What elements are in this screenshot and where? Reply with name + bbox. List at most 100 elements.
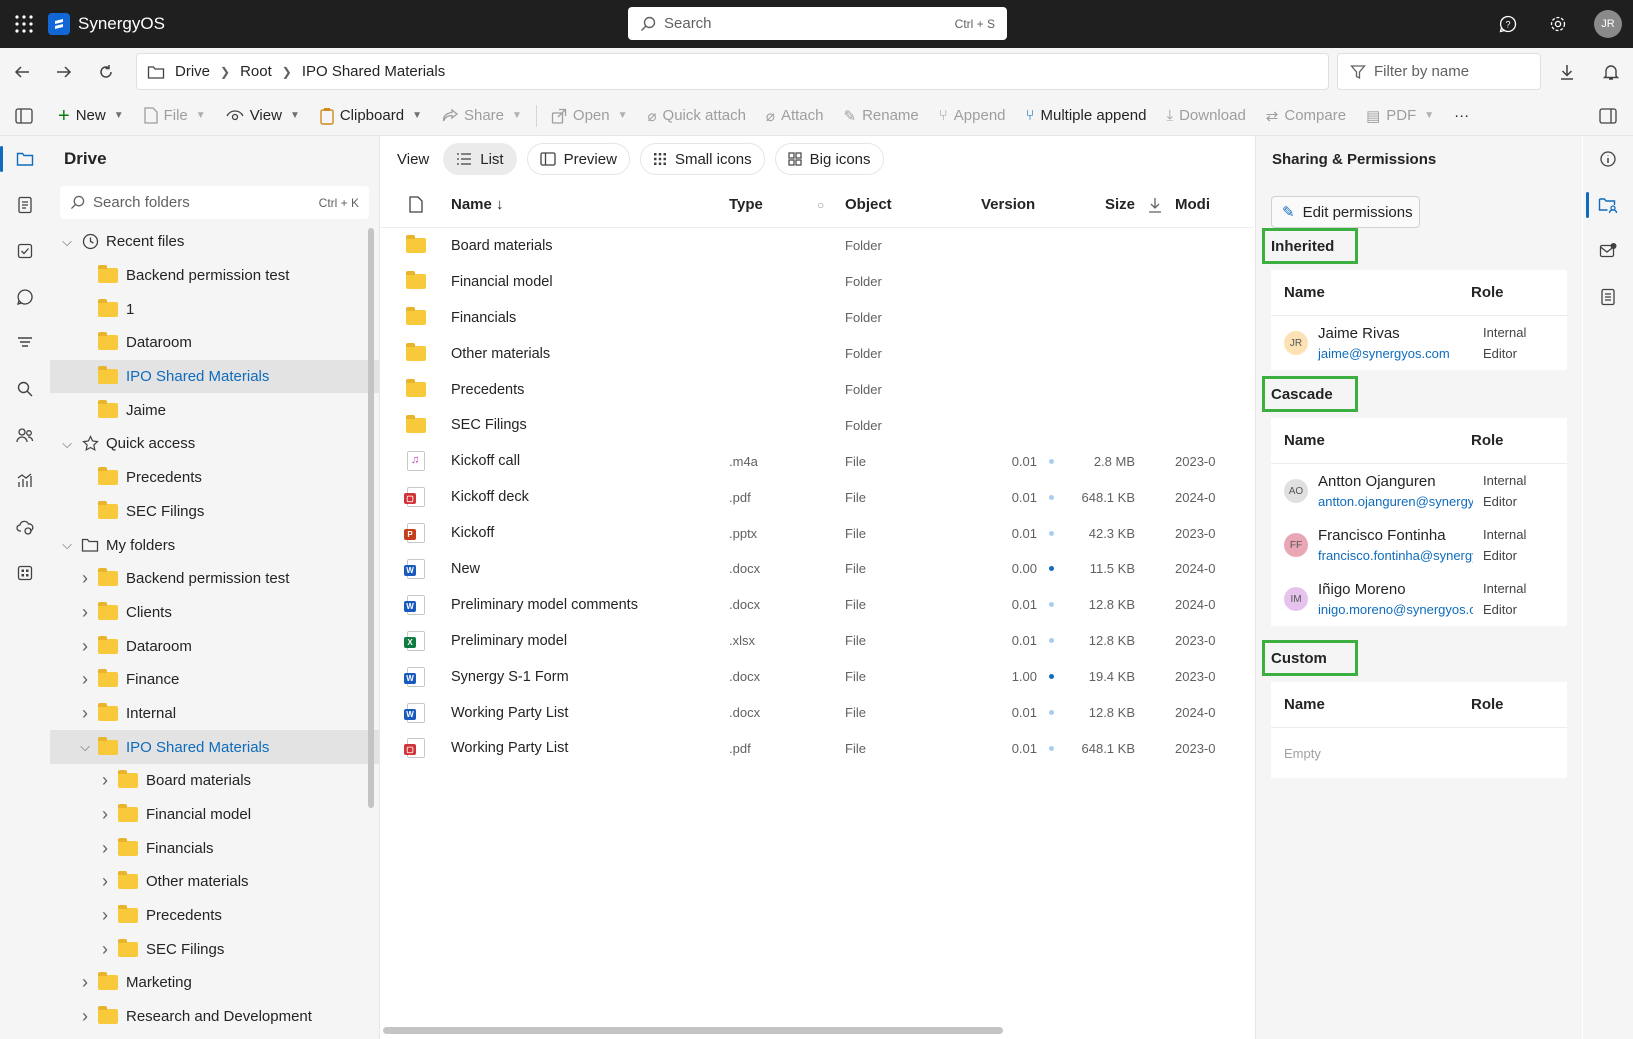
download-icon[interactable] [1545,48,1589,96]
documents-icon[interactable] [0,182,50,228]
table-row[interactable]: ▢ Working Party List .pdf File 0.01 648.1 KB 2… [381,730,1254,766]
table-row[interactable]: X Preliminary model .xlsx File 0.01 12.8 KB 20… [381,623,1254,659]
filter-list-icon[interactable] [0,320,50,366]
user-avatar[interactable]: JR [1583,0,1633,48]
share-menu-button[interactable]: Share ▼ [432,100,532,132]
horizontal-scrollbar[interactable] [383,1027,1003,1034]
column-header-object[interactable]: Object [845,196,981,213]
chevron-right-icon[interactable]: › [76,972,94,993]
person-email[interactable]: jaime@synergyos.com [1318,346,1473,361]
rename-button[interactable]: ✎ Rename [833,100,928,132]
table-row[interactable]: Financials Folder [381,300,1254,336]
big-icons-view-button[interactable]: Big icons [774,143,884,175]
tree-item-my-folders[interactable]: ⌵ My folders [50,528,379,562]
tasks-checkbox-icon[interactable] [0,228,50,274]
tree-item-financials[interactable]: › Financials [50,831,379,865]
chat-icon[interactable] [0,274,50,320]
permission-row[interactable]: FF Francisco Fontinha francisco.fontinha@s… [1271,518,1567,572]
chevron-down-icon[interactable]: ⌵ [58,234,76,250]
table-row[interactable]: W Preliminary model comments .docx File 0.01… [381,587,1254,623]
open-menu-button[interactable]: Open ▼ [541,100,638,132]
sidebar-scrollbar[interactable] [368,228,374,808]
tree-item-sec-filings[interactable]: › SEC Filings [50,932,379,966]
cloud-sync-icon[interactable] [0,504,50,550]
permission-row[interactable]: IM Iñigo Moreno inigo.moreno@synergyos.com… [1271,572,1567,626]
table-row[interactable]: W Working Party List .docx File 0.01 12.8 KB 2… [381,695,1254,731]
chevron-right-icon[interactable]: › [96,871,114,892]
apps-grid-icon[interactable] [0,550,50,596]
person-email[interactable]: antton.ojanguren@synergyos.com [1318,494,1473,509]
column-header-modified[interactable]: Modi [1175,196,1235,213]
chevron-down-icon[interactable]: ⌵ [58,436,76,452]
compare-button[interactable]: ⇄ Compare [1256,100,1356,132]
table-row[interactable]: Precedents Folder [381,372,1254,408]
chevron-right-icon[interactable]: › [96,838,114,859]
tree-item-jaime[interactable]: Jaime [50,393,379,427]
help-icon[interactable]: ? [1483,0,1533,48]
chevron-right-icon[interactable]: › [76,669,94,690]
edit-permissions-button[interactable]: ✎ Edit permissions [1271,196,1420,228]
table-row[interactable]: Board materials Folder [381,228,1254,264]
app-brand[interactable]: SynergyOS [48,13,165,35]
column-header-version[interactable]: Version [981,196,1065,213]
append-button[interactable]: ⑂ Append [929,100,1016,132]
drive-folder-icon[interactable] [0,136,50,182]
tree-item-backend-permission-test[interactable]: Backend permission test [50,259,379,293]
multiple-append-button[interactable]: ⑂ Multiple append [1016,100,1157,132]
settings-gear-icon[interactable] [1533,0,1583,48]
preview-view-button[interactable]: Preview [526,143,630,175]
table-row[interactable]: ▢ Kickoff deck .pdf File 0.01 648.1 KB 2024-0 [381,479,1254,515]
person-email[interactable]: inigo.moreno@synergyos.com [1318,602,1473,617]
table-row[interactable]: W New .docx File 0.00 11.5 KB 2024-0 [381,551,1254,587]
tree-item-1[interactable]: 1 [50,292,379,326]
tree-item-clients[interactable]: › Clients [50,596,379,630]
small-icons-view-button[interactable]: Small icons [639,143,765,175]
tree-item-ipo-shared-materials[interactable]: IPO Shared Materials [50,359,379,394]
tree-item-precedents[interactable]: › Precedents [50,899,379,933]
person-email[interactable]: francisco.fontinha@synergyos.com [1318,548,1473,563]
tree-item-board-materials[interactable]: › Board materials [50,764,379,798]
mail-add-icon[interactable] [1583,228,1633,274]
download-header-icon[interactable] [1135,197,1175,213]
chevron-down-icon[interactable]: ⌵ [58,537,76,553]
permission-row[interactable]: JR Jaime Rivas jaime@synergyos.com Internal… [1271,316,1567,370]
tree-item-ipo-shared-materials[interactable]: ⌵ IPO Shared Materials [50,730,379,764]
table-row[interactable]: Financial model Folder [381,264,1254,300]
chevron-right-icon[interactable]: › [96,770,114,791]
refresh-icon[interactable] [86,52,126,92]
toggle-sidebar-icon[interactable] [0,100,48,132]
tree-item-backend-permission-test[interactable]: › Backend permission test [50,562,379,596]
chevron-right-icon[interactable]: › [96,939,114,960]
app-launcher-icon[interactable] [0,0,48,48]
tree-item-sec-filings[interactable]: SEC Filings [50,495,379,529]
clipboard-menu-button[interactable]: Clipboard ▼ [310,100,432,132]
chevron-right-icon[interactable]: › [96,804,114,825]
status-circle-header-icon[interactable]: ○ [817,198,845,212]
pdf-menu-button[interactable]: ▤ PDF ▼ [1356,100,1444,132]
chevron-down-icon[interactable]: ⌵ [76,739,94,755]
notifications-bell-icon[interactable] [1589,48,1633,96]
tree-item-dataroom[interactable]: › Dataroom [50,629,379,663]
tree-item-internal[interactable]: › Internal [50,697,379,731]
attach-button[interactable]: ⌀ Attach [756,100,834,132]
more-options-button[interactable]: ··· [1444,100,1479,132]
filter-by-name-input[interactable]: Filter by name [1337,53,1541,90]
chevron-right-icon[interactable]: › [76,1006,94,1027]
global-search-input[interactable]: Search Ctrl + S [628,7,1007,40]
chevron-right-icon[interactable]: › [76,602,94,623]
permission-row[interactable]: AO Antton Ojanguren antton.ojanguren@syner… [1271,464,1567,518]
info-icon[interactable] [1583,136,1633,182]
breadcrumb-root[interactable]: Root [240,63,272,80]
tree-item-precedents[interactable]: Precedents [50,461,379,495]
table-row[interactable]: Other materials Folder [381,336,1254,372]
toggle-details-pane-icon[interactable] [1583,100,1633,132]
column-header-name[interactable]: Name ↓ [451,196,729,213]
tree-item-dataroom[interactable]: Dataroom [50,326,379,360]
chevron-right-icon[interactable]: › [76,568,94,589]
table-row[interactable]: W Synergy S-1 Form .docx File 1.00 19.4 KB 202… [381,659,1254,695]
tree-item-financial-model[interactable]: › Financial model [50,798,379,832]
list-view-button[interactable]: List [443,143,517,175]
download-button[interactable]: ⤓ Download [1156,100,1255,132]
table-row[interactable]: P Kickoff .pptx File 0.01 42.3 KB 2023-0 [381,515,1254,551]
notes-icon[interactable] [1583,274,1633,320]
